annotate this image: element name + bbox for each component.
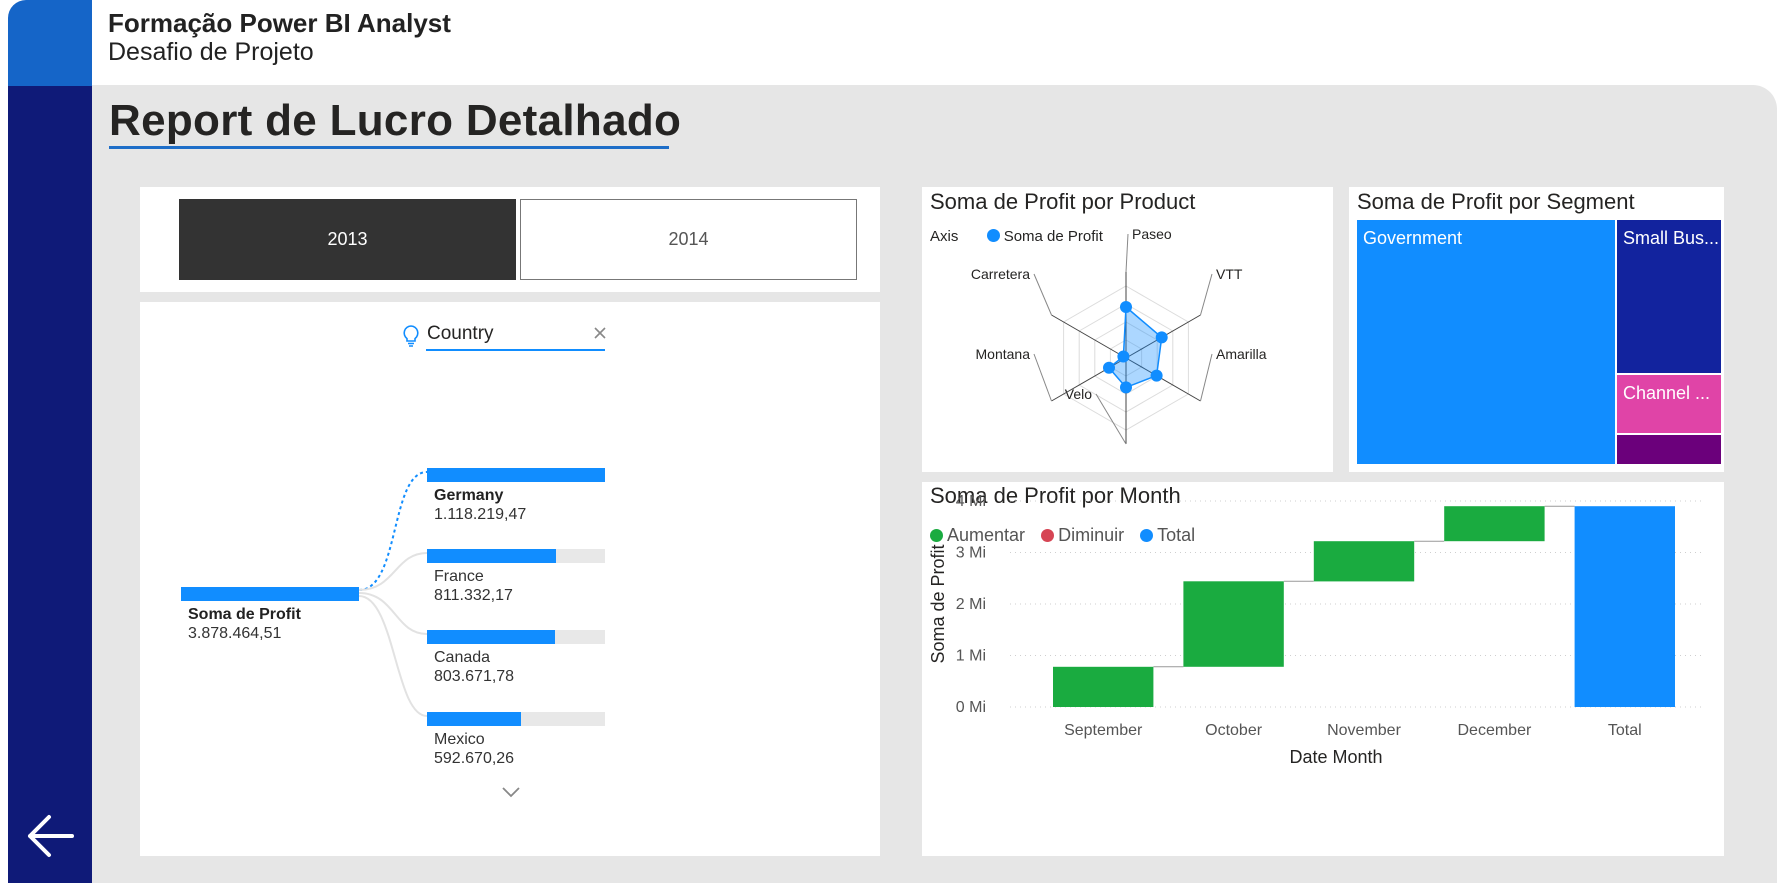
y-tick-label: 0 Mi [956,699,986,716]
node-label[interactable]: Canada [434,648,490,667]
x-tick-label: October [1205,722,1263,739]
node-bar[interactable] [427,549,556,563]
radar-leader [1125,233,1129,273]
radar-leader [1095,393,1127,445]
waterfall-bar[interactable] [1313,541,1415,582]
app-subtitle: Desafio de Projeto [108,38,314,66]
radar-axis-label: Montana [976,346,1031,362]
y-tick-label: 1 Mi [956,648,986,665]
treemap-tile-channel[interactable]: Channel ... [1617,375,1721,433]
radar-leader [1200,353,1213,402]
slicer-option-2013[interactable]: 2013 [179,199,516,280]
app-title: Formação Power BI Analyst [108,8,451,38]
arrow-left-icon[interactable] [22,808,78,864]
radar-axis-label: Amarilla [1216,346,1267,362]
treemap-tile-small-business[interactable]: Small Bus... [1617,220,1721,373]
node-bar[interactable] [427,468,605,482]
radar-axis-label: VTT [1216,266,1243,282]
radar-axis-label: Velo [1065,386,1092,402]
x-axis-title: Date Month [1289,747,1382,767]
radar-point[interactable] [1120,381,1132,394]
waterfall-bar[interactable] [1053,666,1154,707]
radar-axis-label: Carretera [971,266,1030,282]
node-value: 1.118.219,47 [434,506,527,523]
x-tick-label: December [1457,722,1531,739]
radar-axis-label: Paseo [1132,226,1172,242]
radar-leader [1200,273,1213,316]
close-icon[interactable] [592,325,608,341]
node-bar[interactable] [427,712,521,726]
node-value: 803.671,78 [434,668,515,685]
slicer-option-2014[interactable]: 2014 [520,199,857,280]
node-label[interactable]: France [434,567,484,586]
y-tick-label: 3 Mi [956,545,986,562]
node-label[interactable]: Germany [434,486,503,505]
x-tick-label: September [1064,722,1143,739]
node-label[interactable]: Mexico [434,730,485,749]
treemap-title: Soma de Profit por Segment [1357,189,1635,214]
radar-leader [1033,353,1052,402]
treemap-tile-label: Government [1363,228,1463,248]
waterfall-chart[interactable]: 0 Mi 1 Mi 2 Mi 3 Mi 4 Mi September October Nove… [922,482,1724,856]
radar-leader [1033,273,1052,316]
node-bar[interactable] [427,630,555,644]
report-title: Report de Lucro Detalhado [109,96,682,145]
x-tick-label: November [1327,722,1401,739]
radar-chart[interactable]: Paseo VTT Amarilla Velo Montana Carretera [922,187,1333,472]
rail-accent [8,0,92,86]
radar-point[interactable] [1150,369,1163,382]
radar-spoke [1051,314,1127,359]
node-value: 811.332,17 [434,587,513,604]
treemap-tile-other[interactable] [1617,435,1721,464]
navigation-rail [8,86,92,883]
y-tick-label: 4 Mi [956,493,986,510]
level-field-underline [426,349,605,351]
title-underline [109,146,669,149]
radar-point[interactable] [1155,331,1168,344]
decomposition-tree [140,302,880,856]
root-value: 3.878.464,51 [188,625,282,642]
node-value: 592.670,26 [434,750,515,767]
treemap-tile-label: Channel ... [1623,383,1711,403]
root-label: Soma de Profit [188,606,301,623]
waterfall-bar[interactable] [1183,581,1284,667]
x-tick-label: Total [1608,722,1642,739]
y-axis-title: Soma de Profit [928,544,948,663]
treemap-tile-label: Small Bus... [1623,228,1720,248]
treemap-tile-government[interactable]: Government [1357,220,1615,464]
lightbulb-icon[interactable] [402,324,420,348]
chevron-down-icon[interactable] [501,785,521,799]
level-field-label[interactable]: Country [427,323,494,345]
root-bar[interactable] [181,587,359,601]
radar-point[interactable] [1120,301,1132,313]
radar-point[interactable] [1103,361,1115,374]
waterfall-bar[interactable] [1574,506,1675,707]
radar-point[interactable] [1117,350,1130,363]
y-tick-label: 2 Mi [956,596,986,613]
waterfall-bar[interactable] [1444,506,1545,542]
